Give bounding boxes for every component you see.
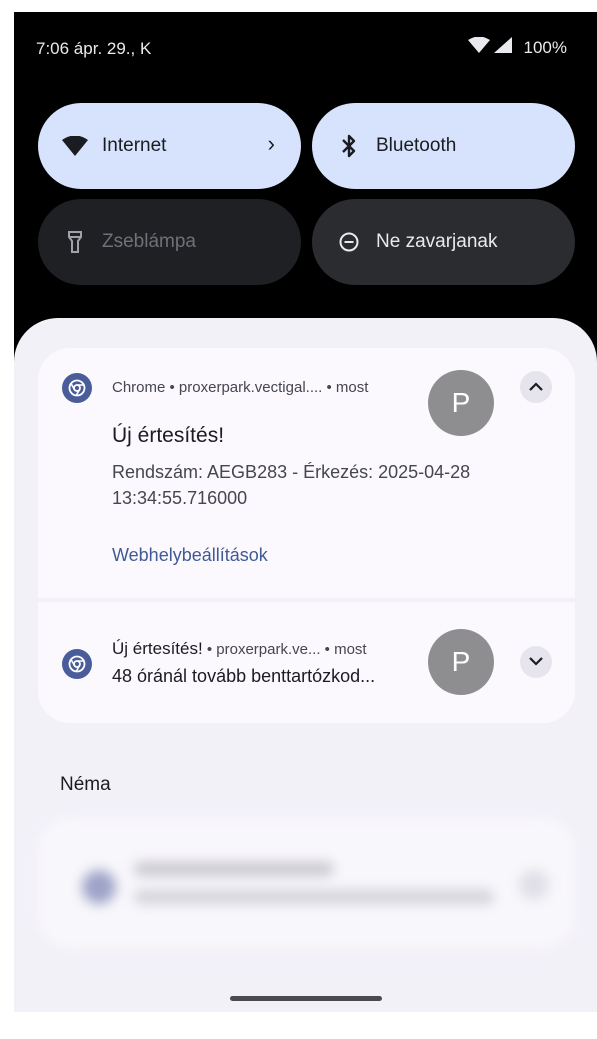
tile-flashlight-label: Zseblámpa	[102, 231, 196, 252]
blurred-text	[134, 862, 334, 876]
notification-body: Rendszám: AEGB283 - Érkezés: 2025-04-28 …	[112, 462, 471, 508]
flashlight-icon	[62, 229, 88, 255]
status-icons	[467, 36, 512, 58]
tile-flashlight[interactable]: Zseblámpa	[38, 199, 301, 285]
notification-shade: Chrome • proxerpark.vectigal.... • most …	[14, 318, 597, 1012]
notification-card-collapsed[interactable]: Új értesítés! • proxerpark.ve... • most …	[38, 602, 575, 723]
chrome-icon	[62, 649, 92, 679]
notification-card-expanded[interactable]: Chrome • proxerpark.vectigal.... • most …	[38, 348, 575, 598]
site-settings-link[interactable]: Webhelybeállítások	[112, 545, 268, 566]
notification-title: Új értesítés!	[112, 639, 203, 658]
tile-dnd-label: Ne zavarjanak	[376, 231, 498, 252]
blurred-text	[134, 890, 494, 904]
tile-bluetooth-label: Bluetooth	[376, 135, 457, 156]
avatar: P	[428, 629, 494, 695]
blurred-notification[interactable]	[38, 818, 575, 948]
silent-section-label: Néma	[60, 774, 111, 795]
chrome-icon	[62, 373, 92, 403]
home-indicator[interactable]	[230, 996, 382, 1001]
dnd-icon	[336, 229, 362, 255]
expand-button	[519, 870, 549, 900]
wifi-icon	[62, 133, 88, 159]
notification-header-suffix: • proxerpark.ve... • most	[202, 641, 367, 658]
tile-dnd[interactable]: Ne zavarjanak	[312, 199, 575, 285]
notification-body: 48 óránál tovább benttartózkod...	[112, 666, 376, 686]
bluetooth-icon	[336, 133, 362, 159]
wifi-icon	[467, 36, 490, 58]
cell-signal-icon	[493, 37, 512, 58]
notification-title: Új értesítés!	[112, 424, 225, 447]
status-time-date: 7:06 ápr. 29., K	[36, 39, 152, 58]
chevron-right-icon: ›	[267, 131, 275, 156]
tile-bluetooth[interactable]: Bluetooth	[312, 103, 575, 189]
battery-percent: 100%	[523, 37, 567, 57]
tile-internet[interactable]: Internet ›	[38, 103, 301, 189]
chevron-down-icon	[529, 653, 543, 671]
notification-group: Chrome • proxerpark.vectigal.... • most …	[38, 348, 575, 723]
avatar: P	[428, 370, 494, 436]
tile-internet-label: Internet	[102, 135, 167, 156]
notification-header: Chrome • proxerpark.vectigal.... • most	[112, 379, 369, 396]
phone-screen: 7:06 ápr. 29., K 100% Internet › Bluetoo…	[14, 12, 597, 1012]
expand-button[interactable]	[520, 646, 552, 678]
collapse-button[interactable]	[520, 371, 552, 403]
status-right: 100%	[467, 36, 567, 58]
notification-header: Új értesítés! • proxerpark.ve... • most	[112, 639, 367, 659]
app-icon	[82, 870, 116, 904]
chevron-up-icon	[529, 378, 543, 396]
